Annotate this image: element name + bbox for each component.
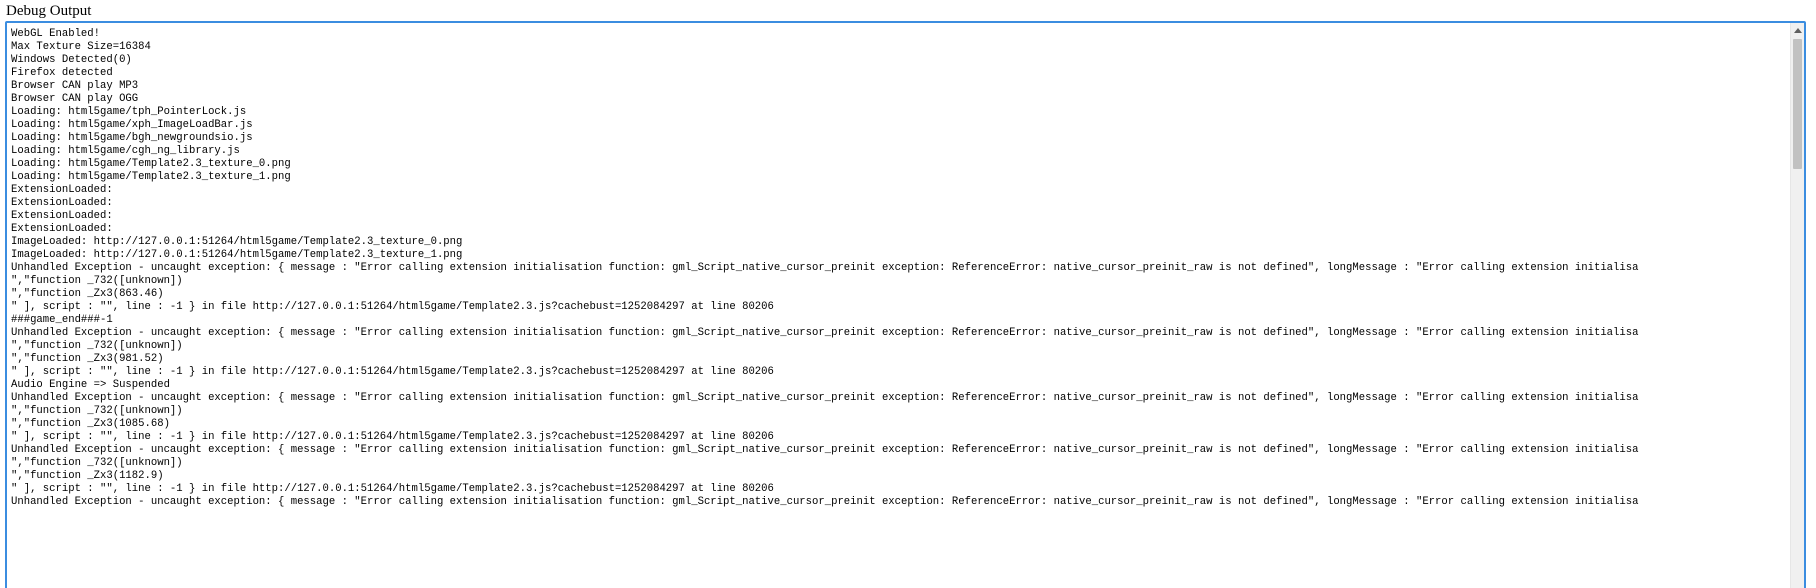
log-line: ","function _732([unknown])	[11, 275, 183, 287]
log-line: " ], script : "", line : -1 } in file ht…	[11, 366, 774, 378]
debug-page: Debug Output WebGL Enabled! Max Texture S…	[0, 0, 1816, 588]
scrollbar-thumb[interactable]	[1793, 39, 1802, 169]
vertical-scrollbar[interactable]	[1790, 23, 1804, 588]
log-line: Loading: html5game/tph_PointerLock.js	[11, 106, 247, 118]
log-line: ","function _Zx3(1085.68)	[11, 418, 170, 430]
log-line: Loading: html5game/cgh_ng_library.js	[11, 145, 240, 157]
debug-output-heading: Debug Output	[6, 3, 92, 19]
log-line: ExtensionLoaded:	[11, 184, 113, 196]
log-line: Max Texture Size=16384	[11, 41, 151, 53]
log-line: " ], script : "", line : -1 } in file ht…	[11, 483, 774, 495]
scroll-up-arrow-icon[interactable]	[1791, 23, 1804, 37]
log-line: Unhandled Exception - uncaught exception…	[11, 392, 1639, 404]
log-line: " ], script : "", line : -1 } in file ht…	[11, 431, 774, 443]
log-line: ","function _732([unknown])	[11, 457, 183, 469]
log-line: Audio Engine => Suspended	[11, 379, 170, 391]
log-line: " ], script : "", line : -1 } in file ht…	[11, 301, 774, 313]
log-line: ","function _732([unknown])	[11, 340, 183, 352]
debug-output-textarea[interactable]: WebGL Enabled! Max Texture Size=16384 Wind…	[5, 21, 1806, 588]
log-line: Loading: html5game/Template2.3_texture_0…	[11, 158, 291, 170]
log-line: Loading: html5game/bgh_newgroundsio.js	[11, 132, 253, 144]
log-line: WebGL Enabled!	[11, 28, 101, 40]
log-line: Unhandled Exception - uncaught exception…	[11, 496, 1639, 508]
log-line: Loading: html5game/Template2.3_texture_1…	[11, 171, 291, 183]
log-line: ","function _732([unknown])	[11, 405, 183, 417]
log-line: ExtensionLoaded:	[11, 223, 113, 235]
log-line: Unhandled Exception - uncaught exception…	[11, 444, 1639, 456]
log-line: ###game_end###-1	[11, 314, 113, 326]
log-line: ExtensionLoaded:	[11, 210, 113, 222]
log-line: ","function _Zx3(863.46)	[11, 288, 164, 300]
log-line: Unhandled Exception - uncaught exception…	[11, 262, 1639, 274]
log-line: ExtensionLoaded:	[11, 197, 113, 209]
log-line: Unhandled Exception - uncaught exception…	[11, 327, 1639, 339]
log-line: Browser CAN play MP3	[11, 80, 139, 92]
log-line: ImageLoaded: http://127.0.0.1:51264/html…	[11, 249, 463, 261]
log-line: Loading: html5game/xph_ImageLoadBar.js	[11, 119, 253, 131]
log-line: ImageLoaded: http://127.0.0.1:51264/html…	[11, 236, 463, 248]
log-line: Browser CAN play OGG	[11, 93, 139, 105]
log-line: ","function _Zx3(1182.9)	[11, 470, 164, 482]
log-line: ","function _Zx3(981.52)	[11, 353, 164, 365]
log-line: Firefox detected	[11, 67, 113, 79]
log-line: Windows Detected(0)	[11, 54, 132, 66]
debug-output-log: WebGL Enabled! Max Texture Size=16384 Wind…	[11, 28, 1797, 588]
